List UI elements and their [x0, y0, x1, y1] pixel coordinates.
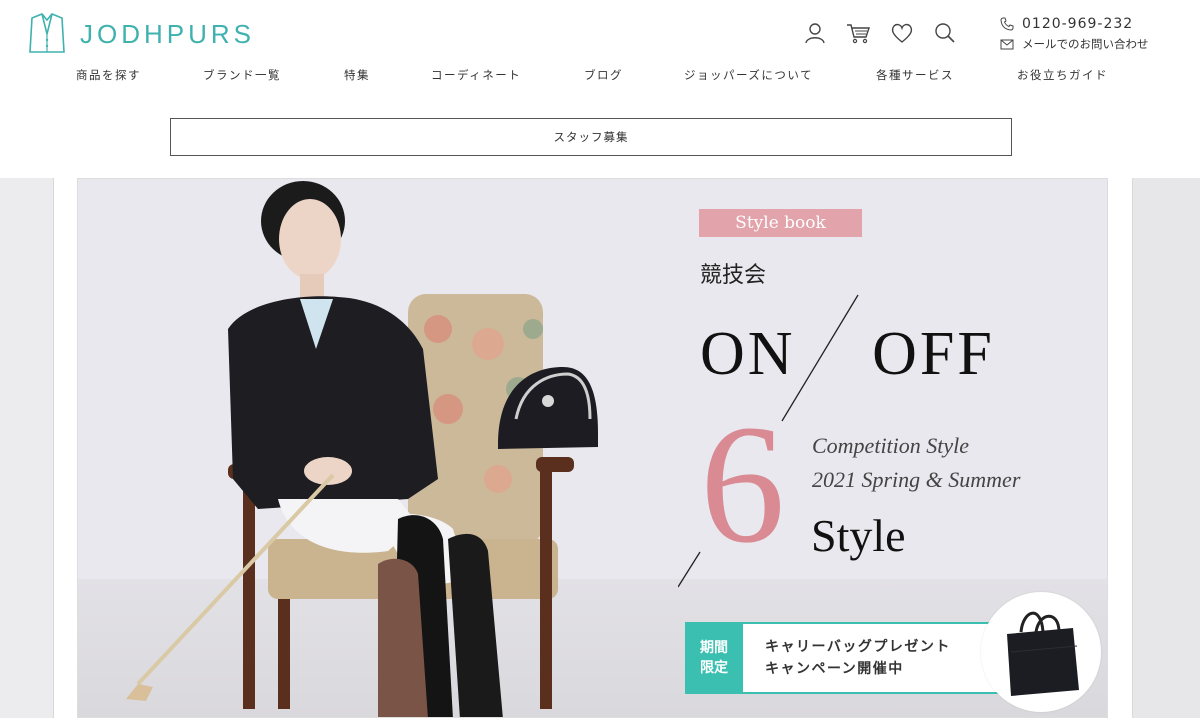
nav-item-guide[interactable]: お役立ちガイド [1017, 67, 1108, 83]
competition-line-1: Competition Style [812, 433, 970, 458]
promo-line-1: キャリーバッグプレゼント [765, 639, 951, 655]
mail-row[interactable]: メールでのお問い合わせ [1000, 34, 1149, 54]
nav-item-services[interactable]: 各種サービス [876, 67, 954, 83]
on-text: ON [700, 320, 796, 388]
style-book-badge: Style book [699, 209, 862, 237]
main-nav: 商品を探す ブランド一覧 特集 コーディネート ブログ ジョッパーズについて 各… [0, 67, 1200, 85]
limited-tag-line-2: 限定 [700, 660, 728, 676]
heart-icon[interactable] [890, 22, 914, 44]
hero-carousel: Style book 競技会 ON OFF 6 Competition Styl… [0, 178, 1200, 718]
competition-line-2: 2021 Spring & Summer [812, 467, 1021, 492]
logo-text: JODHPURS [80, 18, 256, 49]
search-icon[interactable] [934, 22, 956, 44]
on-off-heading: ON OFF [700, 319, 995, 390]
nav-item-about[interactable]: ジョッパーズについて [684, 67, 813, 83]
phone-number[interactable]: 0120-969-232 [1022, 16, 1133, 32]
cart-icon[interactable] [846, 22, 870, 44]
limited-tag-line-1: 期間 [700, 640, 728, 656]
carousel-next-slide[interactable] [1132, 178, 1200, 718]
promo-text: キャリーバッグプレゼント キャンペーン開催中 [743, 622, 1005, 694]
carry-bag-icon [1007, 611, 1079, 696]
nav-item-features[interactable]: 特集 [344, 67, 370, 83]
carry-bag-image [981, 592, 1101, 712]
hero-slide[interactable]: Style book 競技会 ON OFF 6 Competition Styl… [77, 178, 1108, 718]
phone-row[interactable]: 0120-969-232 [1000, 14, 1149, 34]
contact-block: 0120-969-232 メールでのお問い合わせ [1000, 14, 1149, 54]
carousel-prev-slide[interactable] [0, 178, 54, 718]
user-icon[interactable] [804, 22, 826, 44]
off-text: OFF [872, 320, 995, 388]
nav-item-products[interactable]: 商品を探す [76, 67, 141, 83]
limited-time-tag: 期間 限定 [685, 622, 743, 694]
header-icon-group [804, 22, 956, 44]
big-number: 6 [700, 390, 785, 578]
nav-item-coordinate[interactable]: コーディネート [431, 67, 521, 83]
nav-item-brands[interactable]: ブランド一覧 [203, 67, 281, 83]
competition-text: Competition Style 2021 Spring & Summer [812, 429, 1020, 497]
slide-subtitle: 競技会 [700, 263, 767, 288]
style-word: Style [811, 510, 906, 561]
mail-icon [1000, 39, 1014, 50]
nav-item-blog[interactable]: ブログ [584, 67, 623, 83]
jacket-logo-icon [29, 13, 65, 53]
staff-recruitment-button[interactable]: スタッフ募集 [170, 118, 1012, 156]
phone-icon [1000, 17, 1014, 31]
promo-banner[interactable]: 期間 限定 キャリーバッグプレゼント キャンペーン開催中 [685, 622, 1005, 694]
site-logo[interactable]: JODHPURS [28, 12, 255, 56]
rider-photo [126, 181, 598, 717]
mail-contact-link[interactable]: メールでのお問い合わせ [1022, 36, 1149, 52]
promo-line-2: キャンペーン開催中 [765, 661, 904, 677]
